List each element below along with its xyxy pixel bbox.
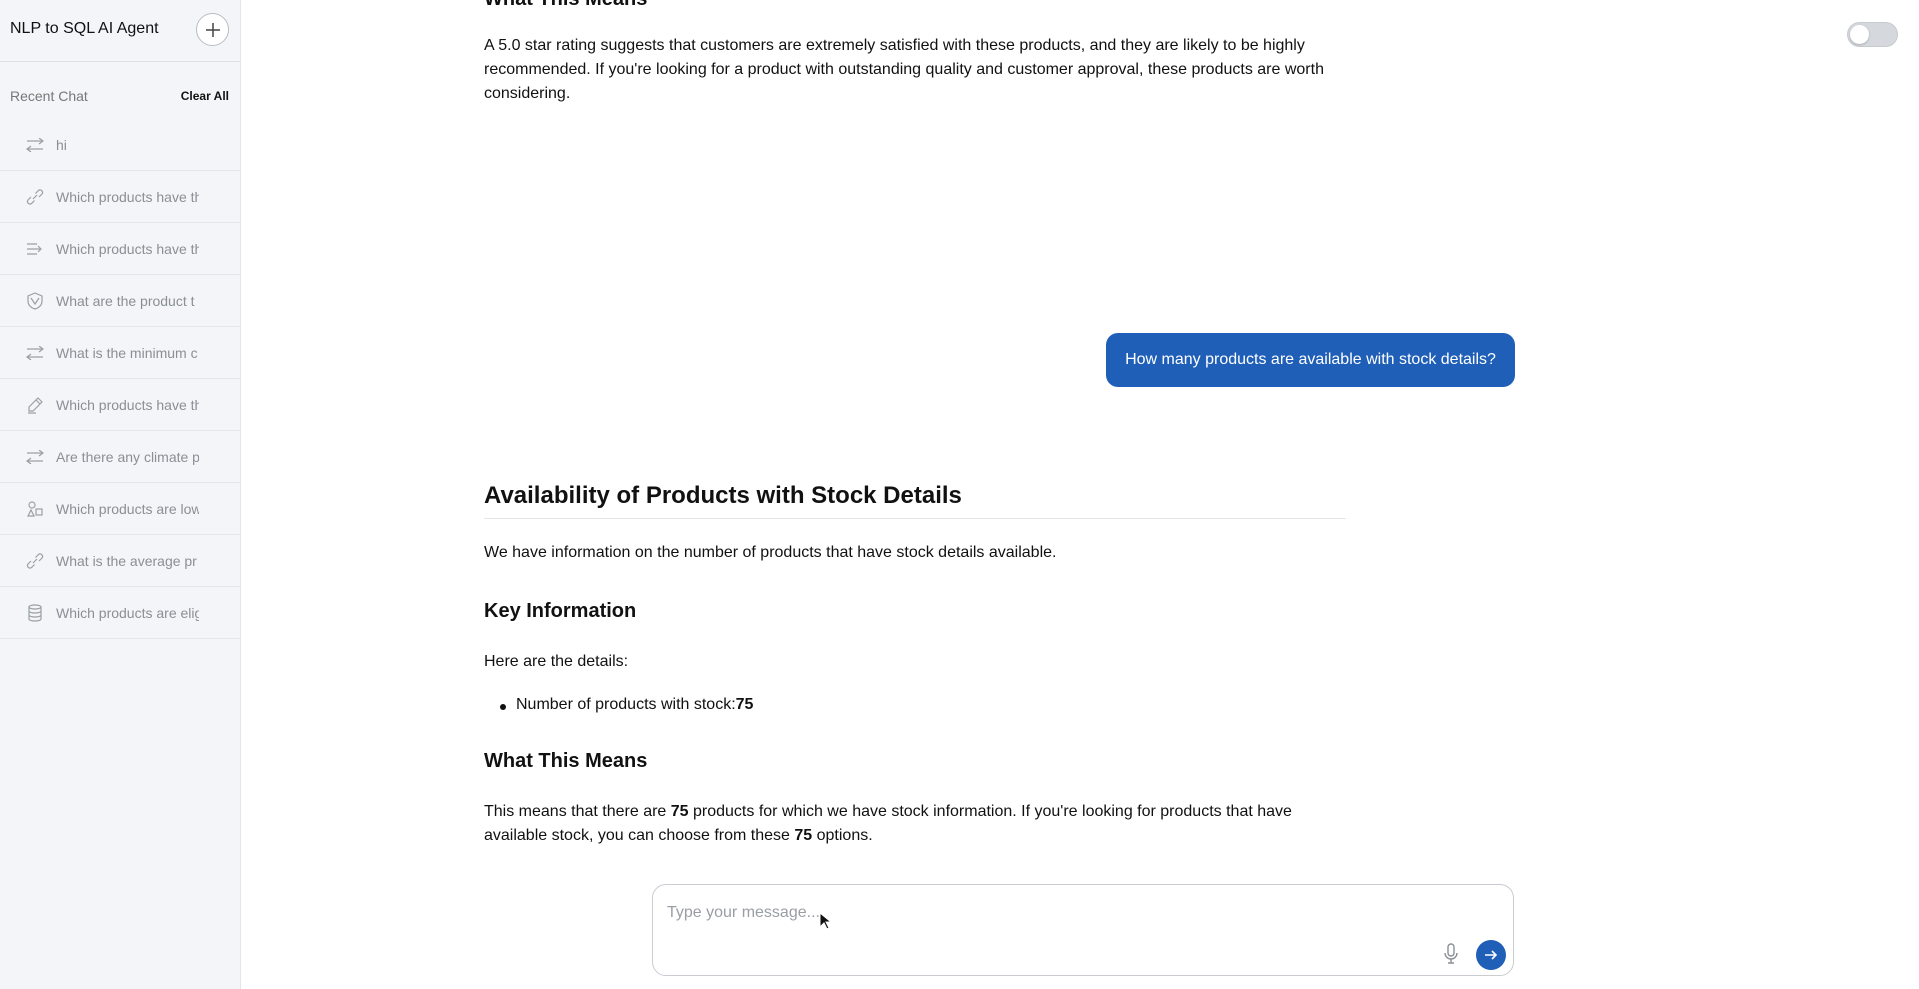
pen-icon xyxy=(25,395,45,415)
chat-history-item[interactable]: Which products have th xyxy=(0,379,241,431)
bullet-dot xyxy=(500,704,506,710)
previous-paragraph: A 5.0 star rating suggests that customer… xyxy=(484,37,1324,102)
chat-history-item[interactable]: Which products have th xyxy=(0,171,241,223)
chat-history-item[interactable]: Which products are elig xyxy=(0,587,241,639)
theme-toggle[interactable] xyxy=(1847,22,1898,47)
details-intro: Here are the details: xyxy=(484,653,629,670)
divider xyxy=(484,518,1346,519)
list-arrow-icon xyxy=(25,239,45,259)
chat-history-label: What is the average pr xyxy=(56,552,197,569)
chat-history-item[interactable]: What is the average pr xyxy=(0,535,241,587)
mouse-cursor-icon xyxy=(819,912,831,930)
means-number: 75 xyxy=(794,827,813,844)
answer-intro: We have information on the number of pro… xyxy=(484,544,1057,561)
toggle-knob xyxy=(1850,25,1869,44)
shapes-icon xyxy=(25,499,45,519)
list-item: Number of products with stock: 75 xyxy=(500,696,754,714)
link-icon xyxy=(25,187,45,207)
chat-history-item[interactable]: Which products are low xyxy=(0,483,241,535)
recent-chat-list: hi Which products have th Which products… xyxy=(0,119,241,639)
app-title: NLP to SQL AI Agent xyxy=(10,20,159,37)
send-button[interactable] xyxy=(1476,940,1506,970)
clear-all-button[interactable]: Clear All xyxy=(181,89,229,103)
means-number: 75 xyxy=(670,803,689,820)
arrow-right-icon xyxy=(1485,950,1498,960)
sidebar-header: NLP to SQL AI Agent xyxy=(0,0,240,62)
link-icon xyxy=(25,551,45,571)
chat-history-label: Which products are elig xyxy=(56,604,199,621)
new-chat-button[interactable] xyxy=(196,13,229,46)
answer-title: Availability of Products with Stock Deta… xyxy=(484,482,962,509)
chat-history-label: Which products have th xyxy=(56,188,199,205)
message-composer xyxy=(652,884,1514,976)
recent-chat-label: Recent Chat xyxy=(10,88,88,104)
previous-heading: What This Means xyxy=(484,0,647,11)
sidebar: NLP to SQL AI Agent Recent Chat Clear Al… xyxy=(0,0,241,989)
swap-icon xyxy=(25,343,45,363)
chat-history-label: hi xyxy=(56,136,67,153)
means-paragraph: This means that there are 75 products fo… xyxy=(484,800,1344,848)
shield-icon xyxy=(25,291,45,311)
swap-icon xyxy=(25,447,45,467)
chat-history-label: Are there any climate p xyxy=(56,448,199,465)
chat-history-item[interactable]: Are there any climate p xyxy=(0,431,241,483)
chat-history-item[interactable]: What is the minimum c xyxy=(0,327,241,379)
microphone-icon xyxy=(1444,943,1458,964)
swap-icon xyxy=(25,135,45,155)
means-text: options. xyxy=(812,827,873,844)
means-heading: What This Means xyxy=(484,750,648,772)
bullet-value: 75 xyxy=(735,696,754,713)
microphone-button[interactable] xyxy=(1439,941,1463,967)
chat-history-label: Which products have th xyxy=(56,240,199,257)
means-text: This means that there are xyxy=(484,803,671,820)
message-input[interactable] xyxy=(667,899,1427,927)
plus-icon xyxy=(205,22,220,37)
chat-history-label: What is the minimum c xyxy=(56,344,198,361)
cylinder-icon xyxy=(25,603,45,623)
key-info-heading: Key Information xyxy=(484,600,637,622)
chat-history-item[interactable]: hi xyxy=(0,119,241,171)
chat-history-label: Which products have th xyxy=(56,396,199,413)
recent-chat-header: Recent Chat Clear All xyxy=(0,88,241,108)
bullet-label: Number of products with stock: xyxy=(516,696,736,713)
chat-history-item[interactable]: Which products have th xyxy=(0,223,241,275)
chat-history-label: What are the product t xyxy=(56,292,195,309)
chat-history-item[interactable]: What are the product t xyxy=(0,275,241,327)
chat-history-label: Which products are low xyxy=(56,500,199,517)
user-message-bubble: How many products are available with sto… xyxy=(1106,333,1515,387)
